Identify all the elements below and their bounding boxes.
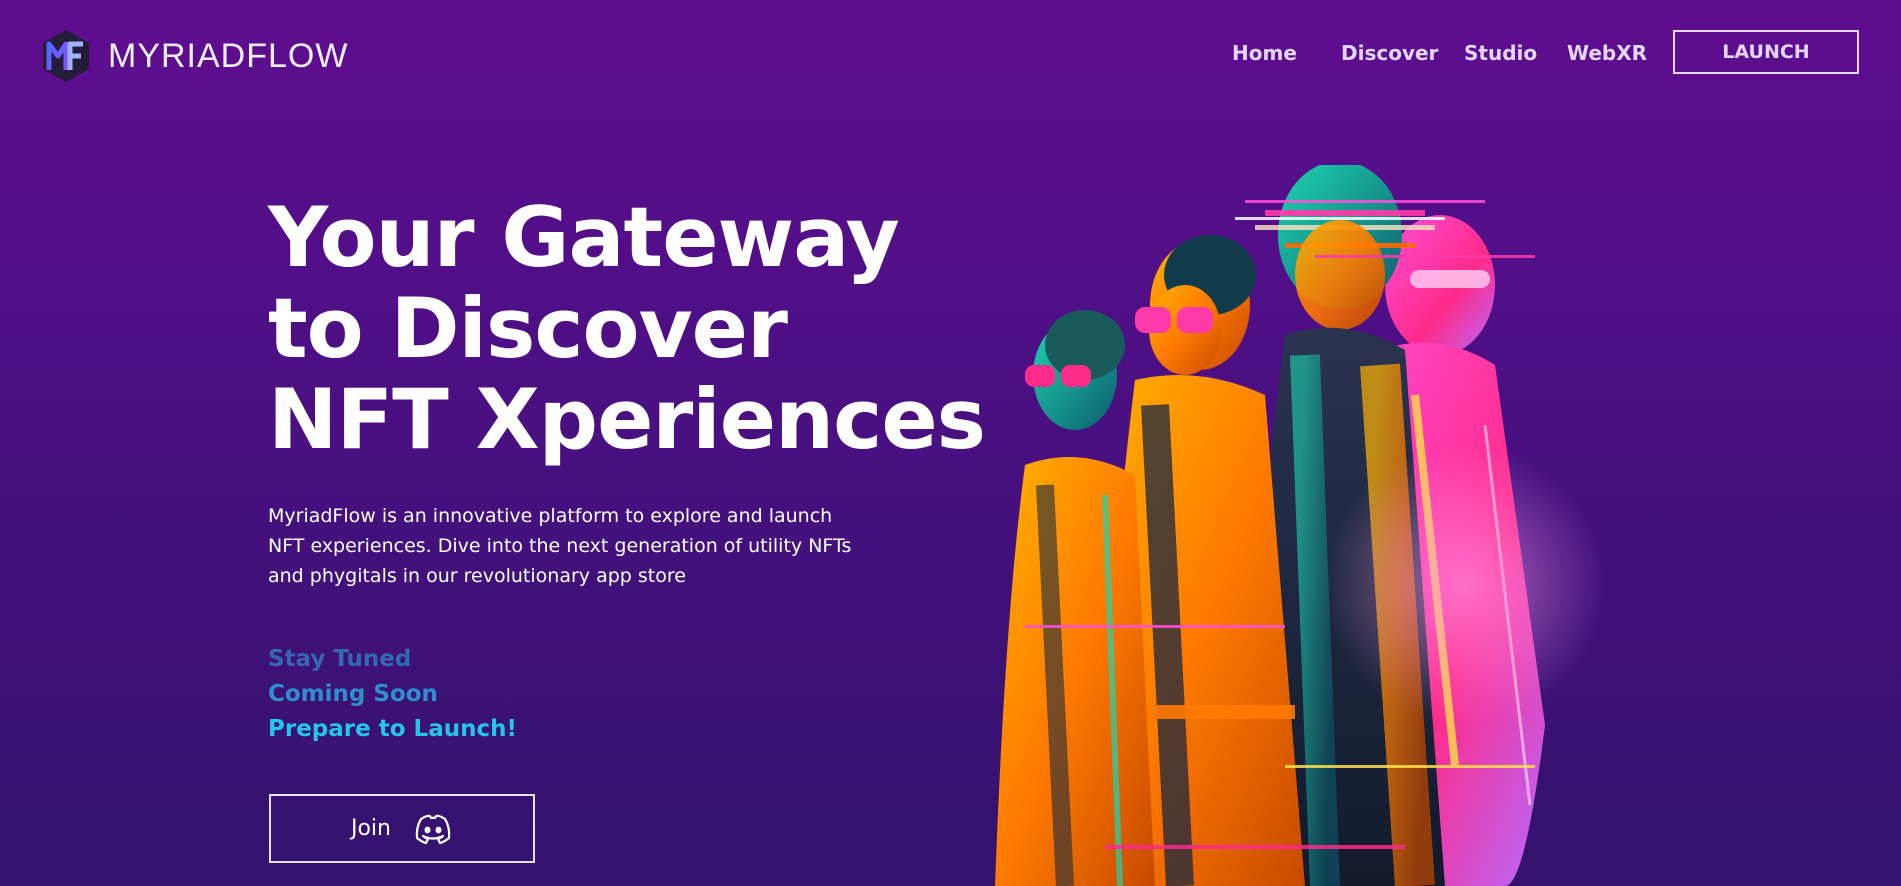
brand-logo[interactable]: MYRIADFLOW (38, 28, 348, 84)
brand-name: MYRIADFLOW (108, 36, 349, 75)
nav-webxr[interactable]: WebXR (1567, 41, 1647, 65)
status-stay-tuned: Stay Tuned (268, 646, 412, 672)
hero-title-line: Your Gateway (268, 189, 900, 286)
status-coming-soon: Coming Soon (268, 681, 438, 707)
join-label: Join (350, 816, 391, 841)
join-discord-button[interactable]: Join (269, 794, 535, 863)
figure-front (995, 310, 1155, 886)
hero-title-line: NFT Xperiences (268, 371, 986, 468)
hero-description-line: NFT experiences. Dive into the next gene… (268, 535, 852, 557)
nav-home[interactable]: Home (1232, 41, 1297, 65)
hero-title-line: to Discover (268, 280, 788, 377)
status-list: Stay Tuned Coming Soon Prepare to Launch… (268, 642, 517, 747)
hero-description: MyriadFlow is an innovative platform to … (268, 501, 868, 591)
nav-studio[interactable]: Studio (1464, 41, 1537, 65)
hero-title: Your Gateway to Discover NFT Xperiences (268, 192, 1008, 465)
status-prepare-to-launch: Prepare to Launch! (268, 716, 517, 742)
nav-discover[interactable]: Discover (1341, 41, 1438, 65)
site-header: MYRIADFLOW Home Discover Studio WebXR LA… (0, 0, 1901, 105)
launch-button[interactable]: LAUNCH (1673, 30, 1859, 74)
discord-icon (415, 814, 451, 844)
hero-illustration (995, 165, 1605, 886)
myriadflow-logo-icon (43, 30, 89, 82)
hero-description-line: MyriadFlow is an innovative platform to … (268, 505, 833, 527)
hero-description-line: and phygitals in our revolutionary app s… (268, 565, 686, 587)
